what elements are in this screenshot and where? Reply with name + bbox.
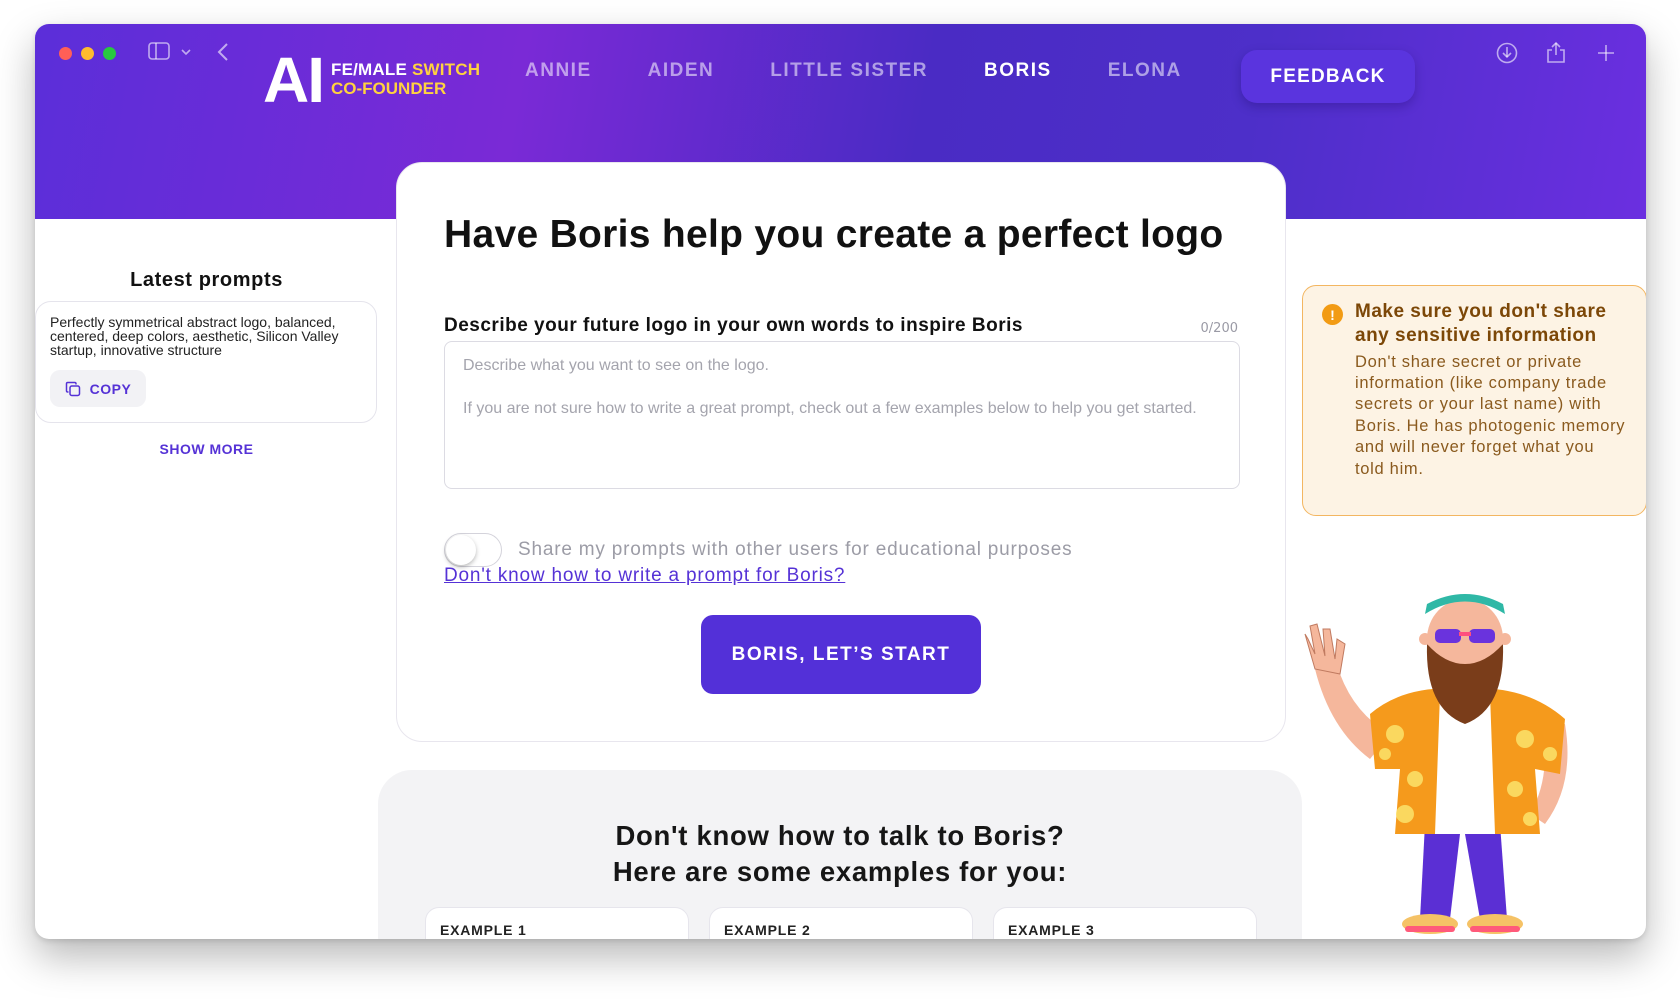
main-nav: ANNIE AIDEN LITTLE SISTER BORIS ELONA	[525, 60, 1182, 82]
warning-icon: !	[1322, 304, 1343, 325]
chevron-down-icon[interactable]	[181, 48, 191, 56]
warning-body: Don't share secret or private informatio…	[1355, 352, 1626, 478]
download-icon[interactable]	[1496, 42, 1518, 64]
latest-prompts-title: Latest prompts	[130, 269, 283, 291]
brand-logo[interactable]: AI FE/MALE SWITCH CO-FOUNDER	[263, 48, 480, 112]
example-card-2[interactable]: EXAMPLE 2	[709, 907, 973, 939]
sidebar-toggle-icon[interactable]	[148, 42, 170, 60]
examples-title: Don't know how to talk to Boris? Here ar…	[378, 818, 1302, 890]
logo-wordmark: FE/MALE SWITCH CO-FOUNDER	[331, 60, 481, 98]
nav-item-elona[interactable]: ELONA	[1108, 60, 1182, 82]
logo-line1: FE/MALE SWITCH	[331, 60, 481, 80]
examples-section: Don't know how to talk to Boris? Here ar…	[378, 770, 1302, 939]
logo-line1-yellow: SWITCH	[411, 60, 481, 80]
logo-line1-white: FE/MALE	[331, 60, 412, 80]
copy-label: COPY	[89, 380, 132, 397]
prompt-help-link[interactable]: Don't know how to write a prompt for Bor…	[444, 565, 845, 587]
prompt-text: Perfectly symmetrical abstract logo, bal…	[50, 314, 339, 358]
new-tab-icon[interactable]	[1597, 44, 1615, 62]
example-card-3[interactable]: EXAMPLE 3	[993, 907, 1257, 939]
browser-window: AI FE/MALE SWITCH CO-FOUNDER ANNIE AIDEN…	[35, 24, 1646, 939]
share-icon[interactable]	[1546, 40, 1566, 64]
nav-item-boris[interactable]: BORIS	[984, 60, 1052, 82]
share-prompts-toggle[interactable]	[444, 533, 502, 567]
warning-title: Make sure you don't share any sensitive …	[1355, 301, 1607, 346]
nav-item-aiden[interactable]: AIDEN	[648, 60, 715, 82]
zoom-window-button[interactable]	[103, 47, 116, 60]
nav-item-annie[interactable]: ANNIE	[525, 60, 592, 82]
example-card-1[interactable]: EXAMPLE 1	[425, 907, 689, 939]
boris-character-illustration	[1304, 594, 1568, 934]
window-controls	[59, 47, 116, 60]
sensitive-info-warning: ! Make sure you don't share any sensitiv…	[1302, 285, 1646, 516]
nav-item-little-sister[interactable]: LITTLE SISTER	[770, 60, 928, 82]
back-icon[interactable]	[217, 43, 229, 61]
example-cards: EXAMPLE 1 EXAMPLE 2 EXAMPLE 3	[425, 907, 1257, 939]
close-window-button[interactable]	[59, 47, 72, 60]
prompt-textarea[interactable]: Describe what you want to see on the log…	[444, 341, 1240, 489]
prompt-field-label: Describe your future logo in your own wo…	[444, 315, 1023, 336]
feedback-button[interactable]: FEEDBACK	[1241, 50, 1415, 103]
logo-prompt-card: Have Boris help you create a perfect log…	[396, 162, 1286, 742]
logo-line2: CO-FOUNDER	[331, 79, 447, 98]
page-title: Have Boris help you create a perfect log…	[444, 213, 1224, 256]
character-counter: 0/200	[1200, 321, 1238, 336]
placeholder-line-2: If you are not sure how to write a great…	[463, 399, 1197, 417]
minimize-window-button[interactable]	[81, 47, 94, 60]
examples-title-line2: Here are some examples for you:	[612, 855, 1068, 887]
copy-icon	[65, 381, 80, 396]
latest-prompts-panel: Latest prompts Perfectly symmetrical abs…	[35, 269, 378, 457]
share-prompts-label: Share my prompts with other users for ed…	[518, 539, 1073, 560]
prompt-card: Perfectly symmetrical abstract logo, bal…	[35, 301, 377, 423]
placeholder-line-1: Describe what you want to see on the log…	[463, 357, 769, 374]
examples-title-line1: Don't know how to talk to Boris?	[615, 820, 1065, 851]
share-prompts-row: Share my prompts with other users for ed…	[444, 533, 1072, 567]
show-more-link[interactable]: SHOW MORE	[35, 441, 378, 457]
start-button[interactable]: BORIS, LET’S START	[701, 615, 981, 694]
logo-ai-mark: AI	[263, 44, 325, 116]
copy-button[interactable]: COPY	[50, 370, 146, 407]
